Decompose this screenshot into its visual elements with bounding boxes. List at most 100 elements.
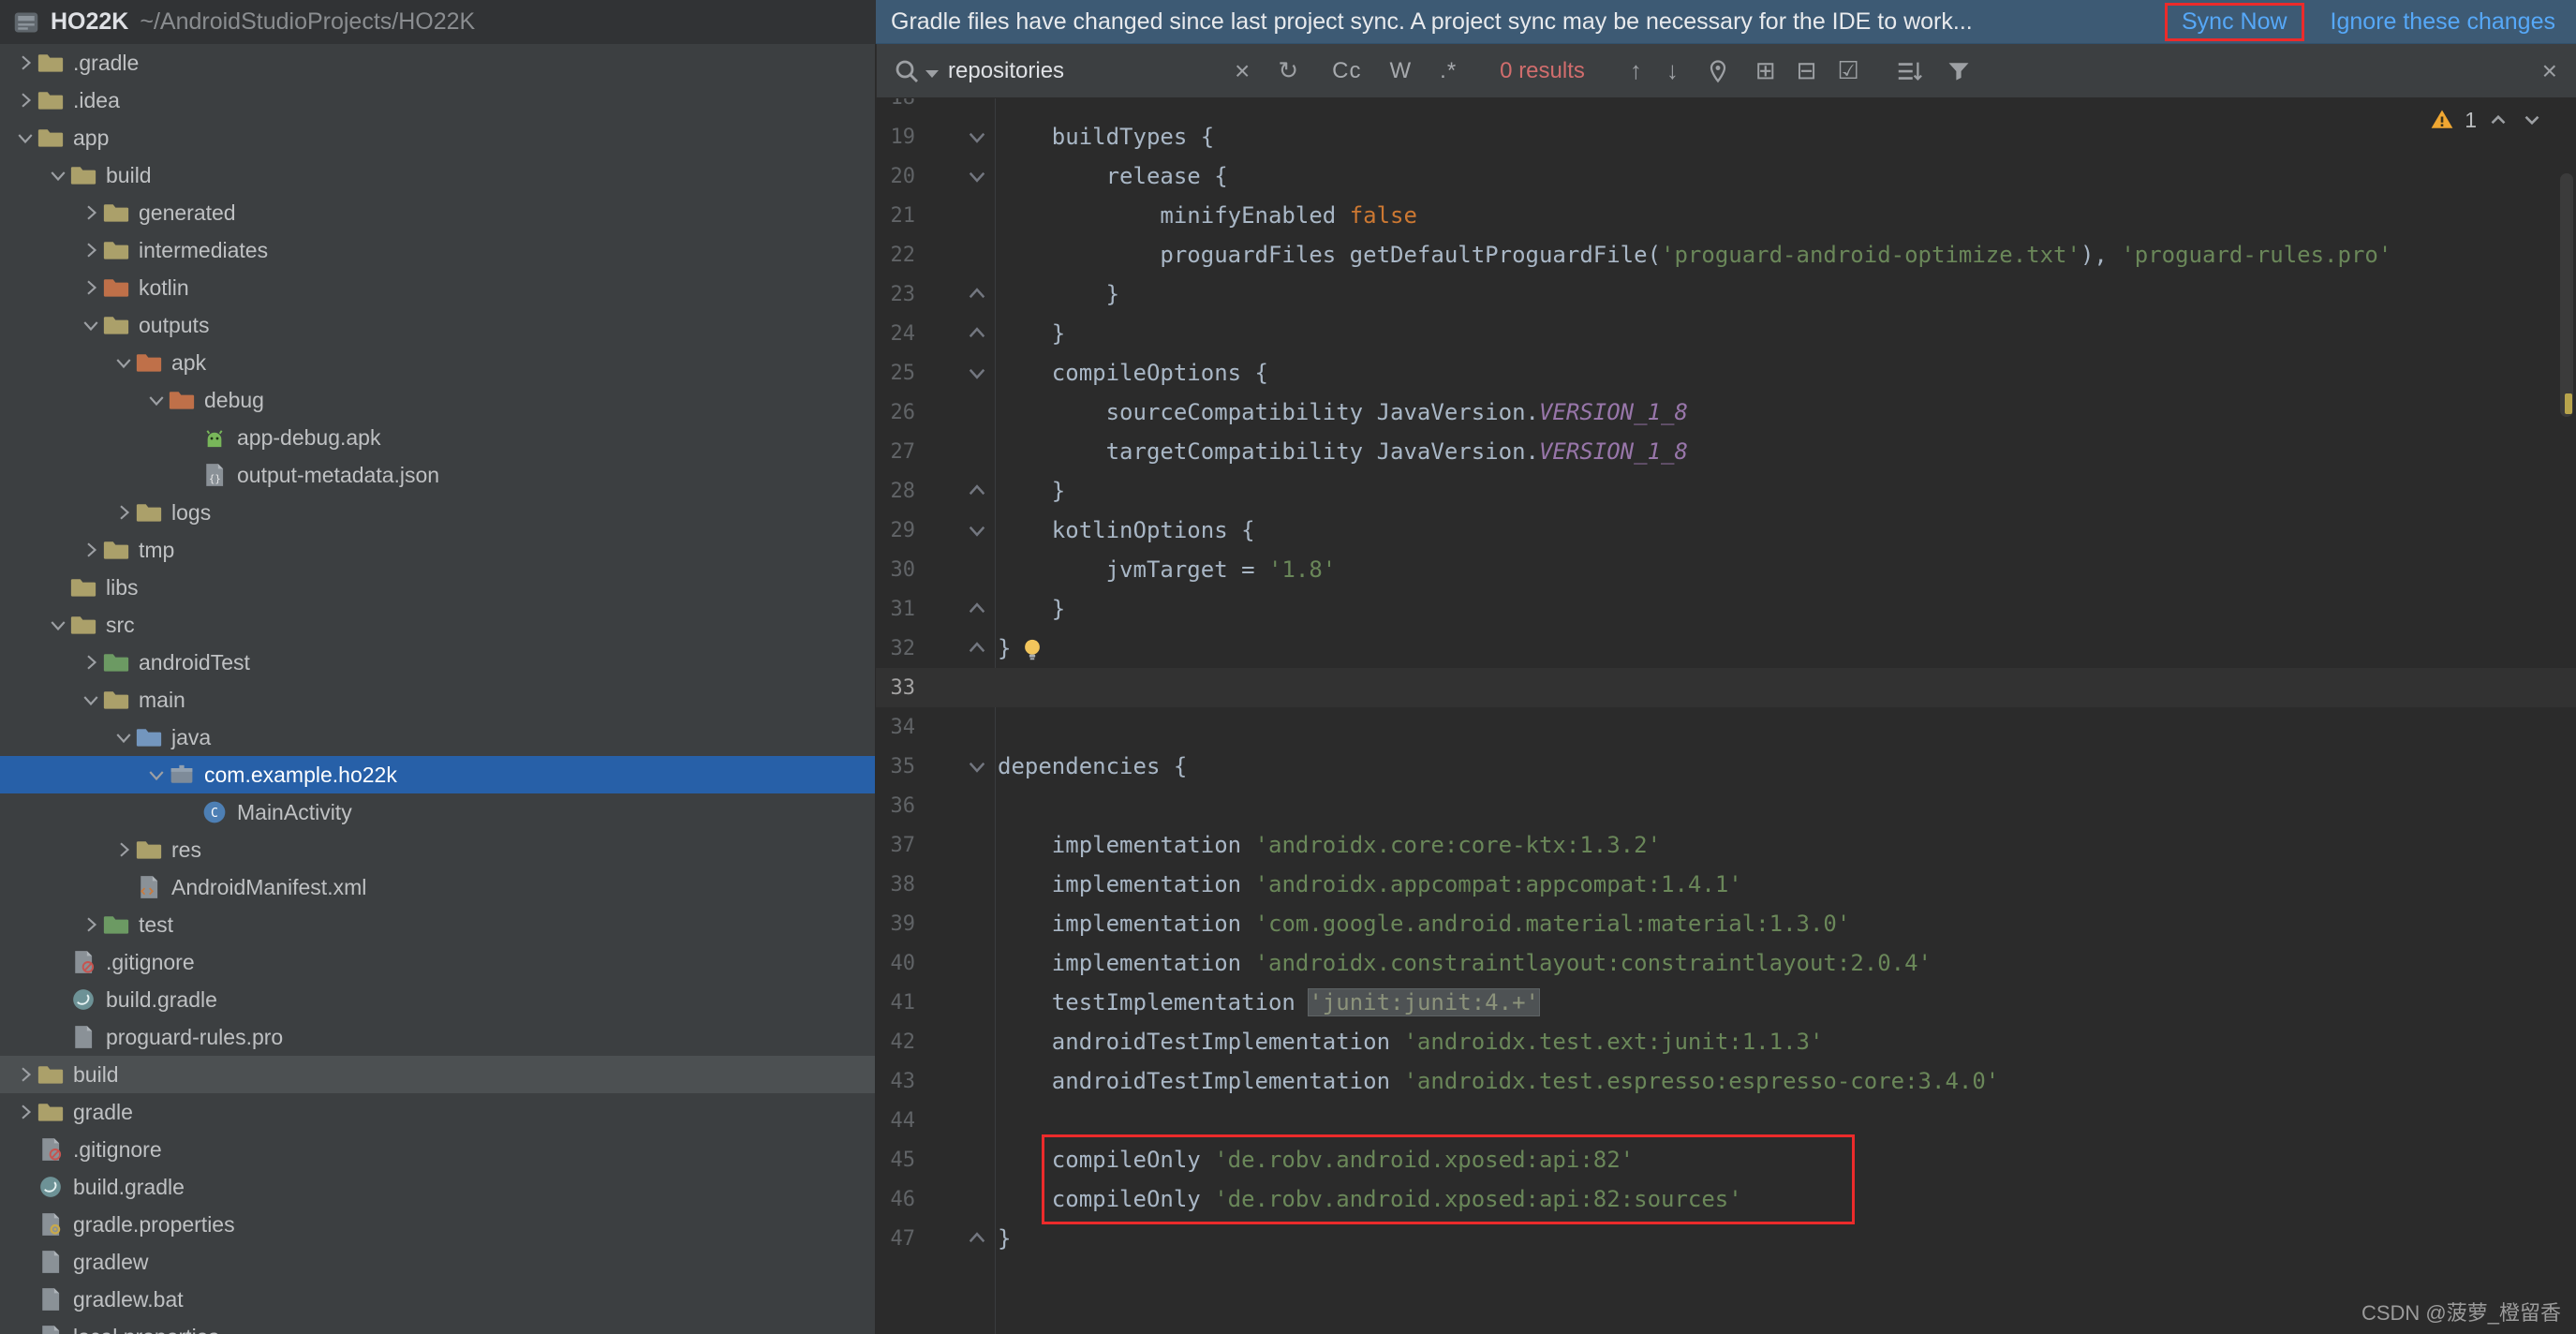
fold-end-icon[interactable] <box>960 1226 994 1251</box>
code-line-46[interactable]: 46 compileOnly 'de.robv.android.xposed:a… <box>876 1179 2576 1219</box>
code-line-42[interactable]: 42 androidTestImplementation 'androidx.t… <box>876 1022 2576 1061</box>
code-line-20[interactable]: 20 release { <box>876 156 2576 196</box>
regex-toggle[interactable]: .* <box>1440 58 1457 84</box>
tree-item-idea[interactable]: .idea <box>0 82 875 119</box>
fold-end-icon[interactable] <box>960 597 994 621</box>
fold-open-icon[interactable] <box>960 125 994 149</box>
tree-item-gitignore[interactable]: .gitignore <box>0 1131 875 1168</box>
tree-item-tmp[interactable]: tmp <box>0 531 875 569</box>
recent-search-icon[interactable]: ↻ <box>1278 56 1298 85</box>
code-line-43[interactable]: 43 androidTestImplementation 'androidx.t… <box>876 1061 2576 1101</box>
code-line-41[interactable]: 41 testImplementation 'junit:junit:4.+' <box>876 983 2576 1022</box>
tree-item-build[interactable]: build <box>0 1056 875 1093</box>
clear-search-icon[interactable]: × <box>1235 56 1250 86</box>
code-line-34[interactable]: 34 <box>876 707 2576 747</box>
tree-item-outputs[interactable]: outputs <box>0 306 875 344</box>
code-line-33[interactable]: 33 <box>876 668 2576 707</box>
filter-lines-icon[interactable] <box>1895 57 1923 85</box>
filter-icon[interactable] <box>1946 58 1972 84</box>
code-line-22[interactable]: 22 proguardFiles getDefaultProguardFile(… <box>876 235 2576 274</box>
code-line-21[interactable]: 21 minifyEnabled false <box>876 196 2576 235</box>
search-history-caret-icon[interactable] <box>925 69 939 78</box>
tree-item-generated[interactable]: generated <box>0 194 875 231</box>
chevron-down-icon[interactable] <box>111 726 136 749</box>
tree-item-androidmanifest-xml[interactable]: AndroidManifest.xml <box>0 868 875 906</box>
fold-open-icon[interactable] <box>960 361 994 385</box>
match-case-toggle[interactable]: Cc <box>1332 58 1361 84</box>
chevron-down-icon[interactable] <box>79 314 103 336</box>
inspections-widget[interactable]: 1 <box>2429 107 2544 133</box>
next-match-button[interactable]: ↓ <box>1666 56 1679 85</box>
close-find-icon[interactable]: × <box>2542 56 2557 86</box>
code-line-23[interactable]: 23 } <box>876 274 2576 314</box>
tree-item-gradlew[interactable]: gradlew <box>0 1243 875 1281</box>
chevron-right-icon[interactable] <box>111 501 136 524</box>
chevron-right-icon[interactable] <box>79 651 103 674</box>
pin-icon[interactable] <box>1705 58 1731 84</box>
tree-item-gitignore[interactable]: .gitignore <box>0 943 875 981</box>
tree-item-test[interactable]: test <box>0 906 875 943</box>
editor-scrollbar[interactable] <box>2560 173 2573 417</box>
chevron-right-icon[interactable] <box>79 539 103 561</box>
prev-highlight-icon[interactable] <box>2486 108 2510 132</box>
tree-item-gradle-properties[interactable]: gradle.properties <box>0 1206 875 1243</box>
code-line-19[interactable]: 19 buildTypes { <box>876 117 2576 156</box>
code-line-38[interactable]: 38 implementation 'androidx.appcompat:ap… <box>876 865 2576 904</box>
code-line-37[interactable]: 37 implementation 'androidx.core:core-kt… <box>876 825 2576 865</box>
search-input[interactable]: repositories <box>948 58 1229 84</box>
code-line-47[interactable]: 47} <box>876 1219 2576 1258</box>
code-line-24[interactable]: 24 } <box>876 314 2576 353</box>
code-line-35[interactable]: 35 dependencies { <box>876 747 2576 786</box>
words-toggle[interactable]: W <box>1390 58 1413 84</box>
chevron-down-icon[interactable] <box>13 126 37 149</box>
fold-open-icon[interactable] <box>960 518 994 542</box>
chevron-down-icon[interactable] <box>144 389 169 411</box>
code-line-31[interactable]: 31 } <box>876 589 2576 629</box>
tree-item-build[interactable]: build <box>0 156 875 194</box>
fold-open-icon[interactable] <box>960 754 994 778</box>
next-highlight-icon[interactable] <box>2520 108 2544 132</box>
chevron-down-icon[interactable] <box>144 763 169 786</box>
previous-match-button[interactable]: ↑ <box>1630 56 1642 85</box>
remove-selection-icon[interactable]: ⊟ <box>1797 56 1817 85</box>
chevron-right-icon[interactable] <box>111 838 136 861</box>
chevron-down-icon[interactable] <box>46 614 70 636</box>
ignore-changes-link[interactable]: Ignore these changes <box>2331 8 2555 36</box>
tree-item-mainactivity[interactable]: C MainActivity <box>0 793 875 831</box>
tree-item-app-debug-apk[interactable]: app-debug.apk <box>0 419 875 456</box>
select-all-occurrences-icon[interactable]: ☑ <box>1837 56 1858 85</box>
editor[interactable]: 1819 buildTypes {20 release {21 minifyEn… <box>876 98 2576 1334</box>
code-line-36[interactable]: 36 <box>876 786 2576 825</box>
chevron-right-icon[interactable] <box>13 52 37 74</box>
tree-item-libs[interactable]: libs <box>0 569 875 606</box>
intention-bulb-icon[interactable] <box>1018 635 1046 667</box>
chevron-right-icon[interactable] <box>79 913 103 936</box>
tree-item-apk[interactable]: apk <box>0 344 875 381</box>
code-line-45[interactable]: 45 compileOnly 'de.robv.android.xposed:a… <box>876 1140 2576 1179</box>
tree-item-src[interactable]: src <box>0 606 875 644</box>
tree-item-proguard-rules-pro[interactable]: proguard-rules.pro <box>0 1018 875 1056</box>
chevron-right-icon[interactable] <box>13 1101 37 1123</box>
chevron-right-icon[interactable] <box>79 276 103 299</box>
code-line-18[interactable]: 18 <box>876 98 2576 117</box>
code-line-32[interactable]: 32} <box>876 629 2576 668</box>
tree-item-debug[interactable]: debug <box>0 381 875 419</box>
tree-item-res[interactable]: res <box>0 831 875 868</box>
tree-item-com-example-ho22k[interactable]: com.example.ho22k <box>0 756 875 793</box>
chevron-down-icon[interactable] <box>46 164 70 186</box>
chevron-down-icon[interactable] <box>111 351 136 374</box>
code-line-30[interactable]: 30 jvmTarget = '1.8' <box>876 550 2576 589</box>
fold-open-icon[interactable] <box>960 164 994 188</box>
tree-item-app[interactable]: app <box>0 119 875 156</box>
tree-item-gradlew-bat[interactable]: gradlew.bat <box>0 1281 875 1318</box>
chevron-right-icon[interactable] <box>79 201 103 224</box>
sync-now-button[interactable]: Sync Now <box>2182 8 2287 35</box>
tree-item-build-gradle[interactable]: build.gradle <box>0 981 875 1018</box>
chevron-right-icon[interactable] <box>79 239 103 261</box>
code-line-39[interactable]: 39 implementation 'com.google.android.ma… <box>876 904 2576 943</box>
error-stripe-mark[interactable] <box>2565 393 2572 414</box>
tree-item-intermediates[interactable]: intermediates <box>0 231 875 269</box>
tree-item-output-metadata-json[interactable]: {} output-metadata.json <box>0 456 875 494</box>
tree-item-kotlin[interactable]: kotlin <box>0 269 875 306</box>
code-line-28[interactable]: 28 } <box>876 471 2576 511</box>
